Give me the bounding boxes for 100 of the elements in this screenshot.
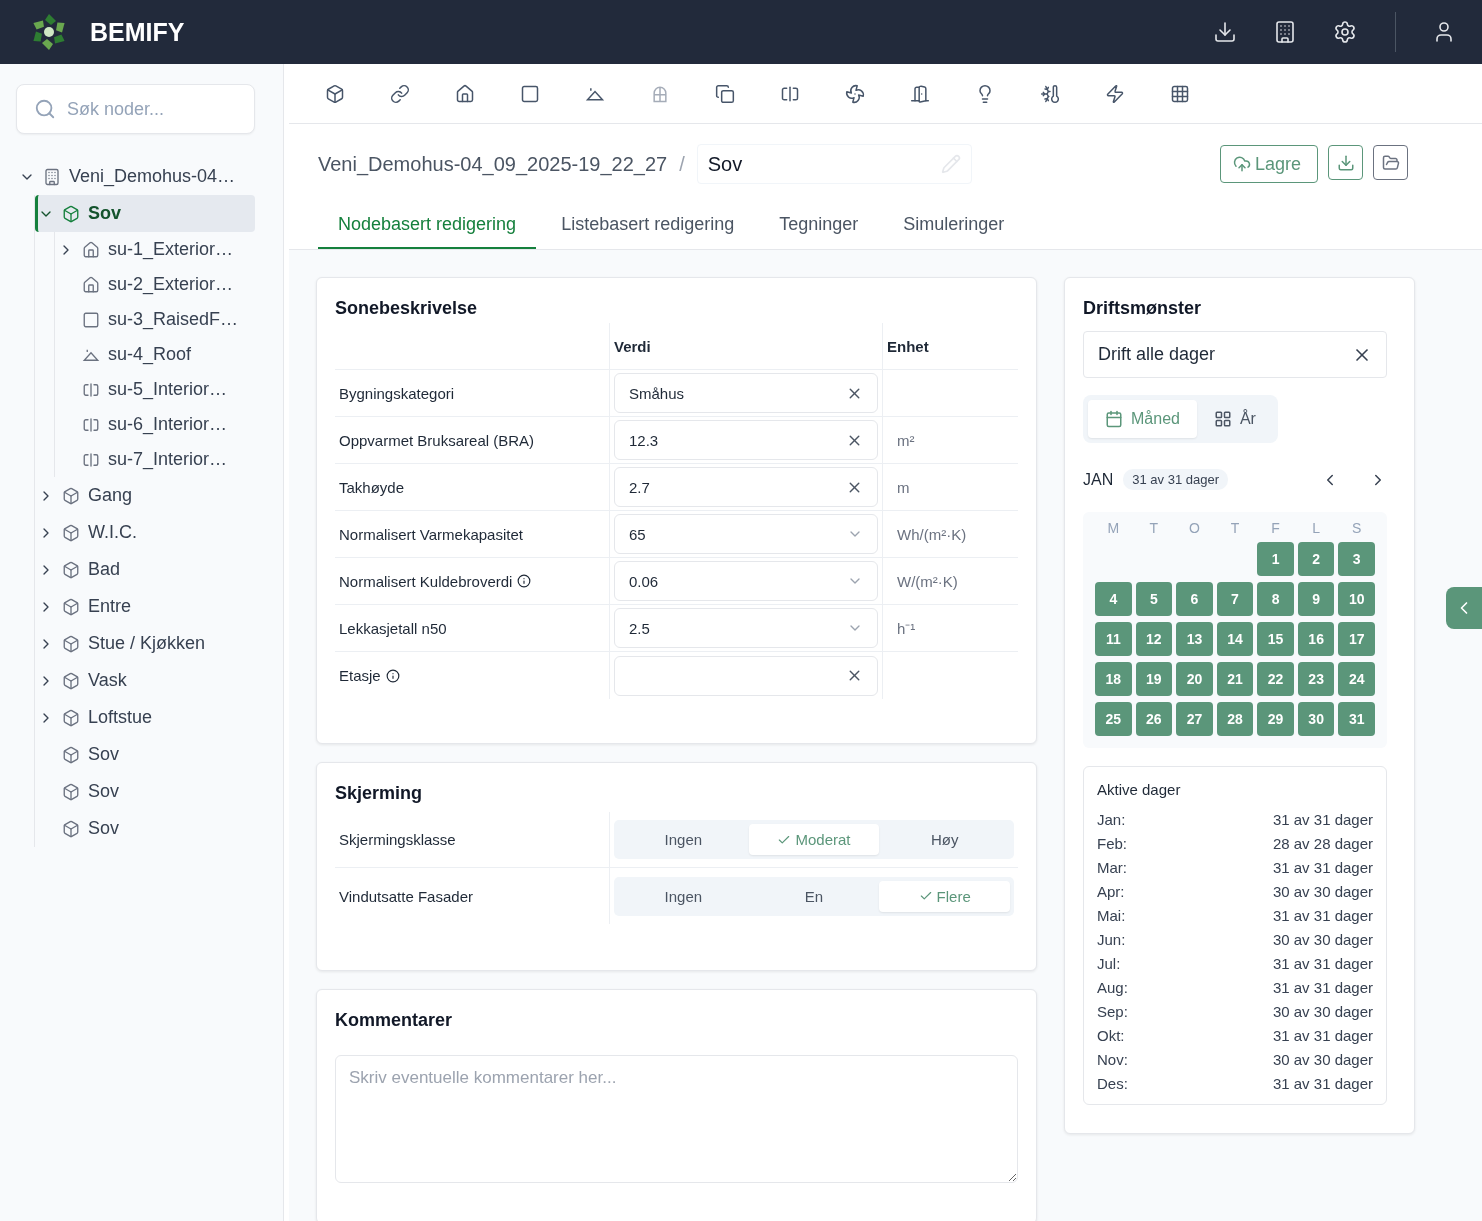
day-count: 30 av 30 dager: [1272, 883, 1373, 900]
open-folder-button[interactable]: [1373, 145, 1408, 180]
unit-text: h⁻¹: [896, 619, 916, 638]
tree-item[interactable]: Sov: [35, 195, 255, 232]
collapse-panel-button[interactable]: [1446, 587, 1482, 629]
month-name: Feb:: [1097, 835, 1127, 852]
weekday-label: M: [1106, 520, 1121, 536]
tree-item[interactable]: Bad: [35, 551, 255, 588]
tab[interactable]: Tegninger: [759, 204, 879, 249]
tree-item[interactable]: Sov: [35, 773, 255, 810]
segment-option[interactable]: Høy: [879, 824, 1010, 855]
tree-item[interactable]: su-4_Roof: [55, 337, 255, 372]
month-name: Mar:: [1097, 859, 1127, 876]
segment-option[interactable]: Moderat: [748, 824, 880, 855]
tree-item[interactable]: Loftstue: [35, 699, 255, 736]
download-icon[interactable]: [1213, 20, 1237, 44]
calendar-icon: [1105, 410, 1123, 428]
card-title: Skjerming: [335, 783, 424, 804]
weekday-label: O: [1187, 520, 1201, 536]
select-field[interactable]: Drift alle dager: [1083, 331, 1387, 378]
tree-item[interactable]: su-6_Interior…: [55, 407, 255, 442]
comment-field[interactable]: Skriv eventuelle kommentarer her...: [335, 1055, 1018, 1183]
input-field[interactable]: Småhus: [614, 373, 878, 413]
month-name: Des:: [1097, 1075, 1128, 1092]
download-icon: [1336, 153, 1355, 172]
day-count: 31 av 31 dager: [1272, 859, 1373, 876]
tree-item[interactable]: su-5_Interior…: [55, 372, 255, 407]
tree-item[interactable]: Sov: [35, 736, 255, 773]
day-count: 31 av 31 dager: [1272, 811, 1373, 828]
weekday-label: L: [1311, 520, 1322, 536]
card-title: Driftsmønster: [1083, 298, 1203, 319]
month-name: Nov:: [1097, 1051, 1128, 1068]
day-count: 30 av 30 dager: [1272, 1051, 1373, 1068]
row-label: Etasje: [339, 667, 400, 684]
month-name: Jan:: [1097, 811, 1126, 828]
tree-item[interactable]: Sov: [35, 810, 255, 847]
search-field[interactable]: Søk noder...: [16, 84, 255, 134]
view-toggle[interactable]: Måned: [1088, 400, 1197, 438]
cube-icon: [62, 782, 80, 801]
info-icon: [385, 668, 400, 683]
tree-item[interactable]: Stue / Kjøkken: [35, 625, 255, 662]
column-header: Enhet: [887, 337, 929, 355]
tree-item[interactable]: Vask: [35, 662, 255, 699]
month-name: Aug:: [1097, 979, 1128, 996]
row-label: Bygningskategori: [339, 384, 455, 402]
cube-icon: [62, 819, 80, 838]
square-icon: [82, 310, 100, 329]
month-name: Mai:: [1097, 907, 1126, 924]
weekday-label: S: [1351, 520, 1363, 536]
row-label: Lekkasjetall n50: [339, 619, 447, 637]
row-label: Normalisert Varmekapasitet: [339, 525, 523, 543]
grid-icon: [1213, 410, 1232, 428]
name-field[interactable]: Sov: [696, 144, 972, 184]
cube-icon: [62, 597, 80, 616]
download-button[interactable]: [1328, 145, 1363, 180]
folder-icon: [1381, 153, 1400, 172]
tree-item[interactable]: su-2_Exterior…: [55, 267, 255, 302]
segment-option[interactable]: Ingen: [618, 880, 749, 912]
select-field[interactable]: 2.5: [614, 608, 878, 648]
month-name: Okt:: [1097, 1027, 1125, 1044]
cloud-upload-icon: [1232, 155, 1251, 173]
tree-item[interactable]: W.I.C.: [35, 514, 255, 551]
tree-item[interactable]: su-1_Exterior…: [55, 232, 255, 267]
split-square-icon: [82, 380, 100, 399]
segment-option[interactable]: Ingen: [618, 824, 749, 855]
tree-item[interactable]: Veni_Demohus-04…: [16, 158, 255, 195]
tab[interactable]: Listebasert redigering: [541, 204, 755, 249]
cube-icon: [62, 671, 80, 690]
day-count: 31 av 31 dager: [1272, 1027, 1373, 1044]
unit-text: Wh/(m²·K): [896, 525, 967, 543]
breadcrumb-path[interactable]: Veni_Demohus-04_09_2025-19_22_27: [318, 152, 668, 176]
count-badge: 31 av 31 dager: [1123, 469, 1228, 490]
input-field[interactable]: 2.7: [614, 467, 878, 507]
cube-icon: [62, 745, 80, 764]
cube-icon: [62, 708, 80, 727]
view-toggle[interactable]: År: [1196, 400, 1273, 438]
day-count: 31 av 31 dager: [1272, 907, 1373, 924]
weekday-label: T: [1148, 520, 1160, 536]
cube-icon: [62, 634, 80, 653]
input-field[interactable]: 12.3: [614, 420, 878, 460]
tab[interactable]: Simuleringer: [883, 204, 1025, 249]
tree-item[interactable]: Gang: [35, 477, 255, 514]
input-field[interactable]: [614, 655, 878, 696]
tree-item[interactable]: su-3_RaisedF…: [55, 302, 255, 337]
split-square-icon: [82, 415, 100, 434]
tree-item[interactable]: Entre: [35, 588, 255, 625]
cube-icon: [62, 486, 80, 505]
cube-icon: [62, 560, 80, 579]
row-label: Normalisert Kuldebroverdi: [339, 572, 532, 590]
settings-icon[interactable]: [1333, 20, 1357, 44]
day-count: 30 av 30 dager: [1272, 1003, 1373, 1020]
breadcrumb-separator: /: [679, 152, 685, 176]
select-field[interactable]: 65: [614, 514, 878, 554]
unit-text: W/(m²·K): [896, 572, 958, 590]
tree-item[interactable]: su-7_Interior…: [55, 442, 255, 477]
select-field[interactable]: 0.06: [614, 561, 878, 601]
month-name: Jun:: [1097, 931, 1126, 948]
month-name: Jul:: [1097, 955, 1121, 972]
segment-option[interactable]: En: [748, 880, 880, 912]
day-count: 31 av 31 dager: [1272, 1075, 1373, 1092]
